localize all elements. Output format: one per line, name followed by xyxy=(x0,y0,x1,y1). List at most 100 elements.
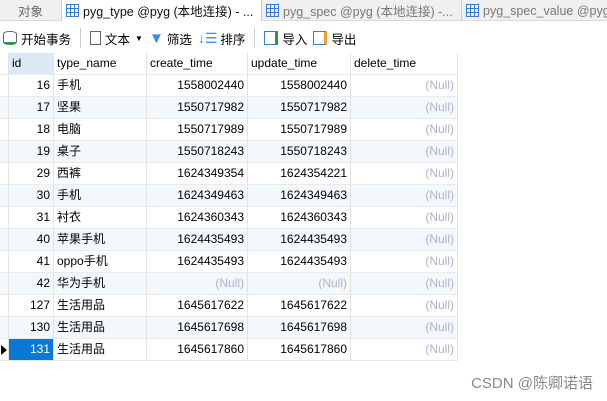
text-button[interactable]: 文本 ▼ xyxy=(87,26,146,50)
row-indicator[interactable] xyxy=(0,317,9,338)
cell-update-time[interactable]: 1624435493 xyxy=(248,251,351,272)
row-indicator[interactable] xyxy=(0,119,9,140)
cell-type-name[interactable]: 手机 xyxy=(54,75,147,96)
cell-delete-time[interactable]: (Null) xyxy=(351,163,458,184)
cell-create-time[interactable]: 1550717989 xyxy=(147,119,248,140)
cell-delete-time[interactable]: (Null) xyxy=(351,141,458,162)
cell-id[interactable]: 18 xyxy=(9,119,54,140)
cell-id[interactable]: 40 xyxy=(9,229,54,250)
cell-update-time[interactable]: 1624360343 xyxy=(248,207,351,228)
column-header-delete-time[interactable]: delete_time xyxy=(351,53,458,74)
cell-id[interactable]: 16 xyxy=(9,75,54,96)
cell-update-time[interactable]: 1550718243 xyxy=(248,141,351,162)
cell-update-time[interactable]: 1645617860 xyxy=(248,339,351,360)
table-row[interactable]: 31 衬衣 1624360343 1624360343 (Null) xyxy=(0,207,458,229)
cell-update-time[interactable]: (Null) xyxy=(248,273,351,294)
cell-type-name[interactable]: 苹果手机 xyxy=(54,229,147,250)
sort-button[interactable]: ↓☰ 排序 xyxy=(195,26,249,50)
cell-type-name[interactable]: 生活用品 xyxy=(54,317,147,338)
table-row[interactable]: 40 苹果手机 1624435493 1624435493 (Null) xyxy=(0,229,458,251)
cell-id[interactable]: 41 xyxy=(9,251,54,272)
cell-update-time[interactable]: 1624349463 xyxy=(248,185,351,206)
cell-id[interactable]: 42 xyxy=(9,273,54,294)
cell-create-time[interactable]: 1645617698 xyxy=(147,317,248,338)
tab-objects[interactable]: 对象 xyxy=(0,0,62,21)
column-header-update-time[interactable]: update_time xyxy=(248,53,351,74)
cell-id[interactable]: 30 xyxy=(9,185,54,206)
row-indicator[interactable] xyxy=(0,339,9,360)
table-row[interactable]: 127 生活用品 1645617622 1645617622 (Null) xyxy=(0,295,458,317)
column-header-id[interactable]: id xyxy=(9,53,54,74)
filter-button[interactable]: ▼ 筛选 xyxy=(146,26,195,50)
row-indicator[interactable] xyxy=(0,141,9,162)
cell-delete-time[interactable]: (Null) xyxy=(351,339,458,360)
cell-delete-time[interactable]: (Null) xyxy=(351,119,458,140)
export-button[interactable]: 导出 xyxy=(310,26,359,50)
cell-delete-time[interactable]: (Null) xyxy=(351,273,458,294)
table-row[interactable]: 30 手机 1624349463 1624349463 (Null) xyxy=(0,185,458,207)
cell-type-name[interactable]: 生活用品 xyxy=(54,339,147,360)
cell-id[interactable]: 127 xyxy=(9,295,54,316)
row-indicator[interactable] xyxy=(0,295,9,316)
cell-type-name[interactable]: 电脑 xyxy=(54,119,147,140)
cell-id[interactable]: 131 xyxy=(9,339,54,360)
cell-create-time[interactable]: 1624349463 xyxy=(147,185,248,206)
row-indicator[interactable] xyxy=(0,229,9,250)
column-header-create-time[interactable]: create_time xyxy=(147,53,248,74)
tab-pyg-spec[interactable]: pyg_spec @pyg (本地连接) -... xyxy=(262,0,462,21)
cell-create-time[interactable]: 1624349354 xyxy=(147,163,248,184)
table-row[interactable]: 131 生活用品 1645617860 1645617860 (Null) xyxy=(0,339,458,361)
cell-type-name[interactable]: 西裤 xyxy=(54,163,147,184)
cell-delete-time[interactable]: (Null) xyxy=(351,295,458,316)
cell-delete-time[interactable]: (Null) xyxy=(351,317,458,338)
cell-delete-time[interactable]: (Null) xyxy=(351,207,458,228)
cell-create-time[interactable]: 1645617622 xyxy=(147,295,248,316)
table-row[interactable]: 29 西裤 1624349354 1624354221 (Null) xyxy=(0,163,458,185)
cell-type-name[interactable]: 华为手机 xyxy=(54,273,147,294)
cell-id[interactable]: 130 xyxy=(9,317,54,338)
cell-id[interactable]: 17 xyxy=(9,97,54,118)
cell-update-time[interactable]: 1645617698 xyxy=(248,317,351,338)
table-row[interactable]: 17 坚果 1550717982 1550717982 (Null) xyxy=(0,97,458,119)
cell-create-time[interactable]: 1624435493 xyxy=(147,251,248,272)
cell-update-time[interactable]: 1550717982 xyxy=(248,97,351,118)
cell-create-time[interactable]: (Null) xyxy=(147,273,248,294)
cell-id[interactable]: 19 xyxy=(9,141,54,162)
row-indicator[interactable] xyxy=(0,251,9,272)
column-header-type-name[interactable]: type_name xyxy=(54,53,147,74)
cell-update-time[interactable]: 1624435493 xyxy=(248,229,351,250)
cell-create-time[interactable]: 1558002440 xyxy=(147,75,248,96)
cell-type-name[interactable]: oppo手机 xyxy=(54,251,147,272)
tab-pyg-type[interactable]: pyg_type @pyg (本地连接) - ... xyxy=(62,0,262,21)
cell-create-time[interactable]: 1624435493 xyxy=(147,229,248,250)
cell-update-time[interactable]: 1550717989 xyxy=(248,119,351,140)
cell-update-time[interactable]: 1645617622 xyxy=(248,295,351,316)
row-indicator[interactable] xyxy=(0,97,9,118)
begin-transaction-button[interactable]: 开始事务 xyxy=(0,26,74,50)
cell-create-time[interactable]: 1624360343 xyxy=(147,207,248,228)
table-row[interactable]: 19 桌子 1550718243 1550718243 (Null) xyxy=(0,141,458,163)
table-row[interactable]: 130 生活用品 1645617698 1645617698 (Null) xyxy=(0,317,458,339)
cell-create-time[interactable]: 1645617860 xyxy=(147,339,248,360)
table-row[interactable]: 42 华为手机 (Null) (Null) (Null) xyxy=(0,273,458,295)
cell-delete-time[interactable]: (Null) xyxy=(351,97,458,118)
cell-create-time[interactable]: 1550717982 xyxy=(147,97,248,118)
cell-update-time[interactable]: 1558002440 xyxy=(248,75,351,96)
table-row[interactable]: 18 电脑 1550717989 1550717989 (Null) xyxy=(0,119,458,141)
row-indicator[interactable] xyxy=(0,75,9,96)
tab-pyg-spec-value[interactable]: pyg_spec_value @pyg xyxy=(462,0,607,21)
row-indicator[interactable] xyxy=(0,163,9,184)
cell-id[interactable]: 31 xyxy=(9,207,54,228)
cell-update-time[interactable]: 1624354221 xyxy=(248,163,351,184)
cell-delete-time[interactable]: (Null) xyxy=(351,229,458,250)
cell-type-name[interactable]: 手机 xyxy=(54,185,147,206)
row-indicator[interactable] xyxy=(0,273,9,294)
cell-type-name[interactable]: 生活用品 xyxy=(54,295,147,316)
import-button[interactable]: 导入 xyxy=(261,26,310,50)
row-indicator[interactable] xyxy=(0,207,9,228)
row-indicator[interactable] xyxy=(0,185,9,206)
table-row[interactable]: 16 手机 1558002440 1558002440 (Null) xyxy=(0,75,458,97)
cell-type-name[interactable]: 坚果 xyxy=(54,97,147,118)
cell-id[interactable]: 29 xyxy=(9,163,54,184)
table-row[interactable]: 41 oppo手机 1624435493 1624435493 (Null) xyxy=(0,251,458,273)
